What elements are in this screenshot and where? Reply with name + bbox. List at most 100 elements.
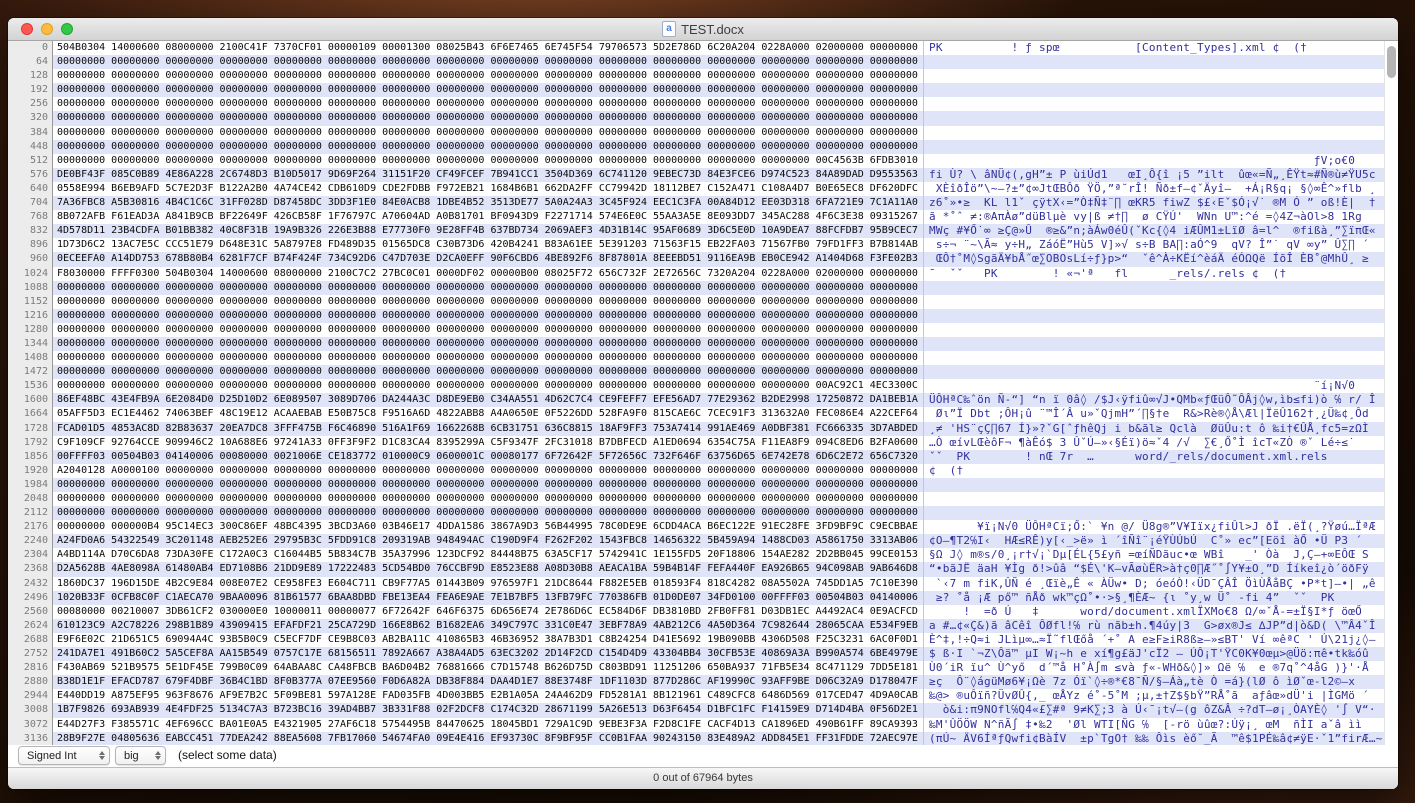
row-ascii-text[interactable]: [924, 478, 1384, 492]
row-hex-bytes[interactable]: A24FD0A6 54322549 3C201148 AEB252E6 2979…: [53, 534, 923, 548]
row-ascii-text[interactable]: [924, 83, 1384, 97]
row-ascii-text[interactable]: ¢O–¶T2℅I‹ HÆ≤RÊ)y[‹_>ë» ì ´îÑî¨¡éŸÙÚbÚ C…: [924, 534, 1384, 548]
row-ascii-text[interactable]: [924, 140, 1384, 154]
row-hex-bytes[interactable]: F430AB69 521B9575 5E1DF45E 799B0C09 64AB…: [53, 661, 923, 675]
row-hex-bytes[interactable]: B38D1E1F EFACD787 679F4DBF 36B4C1BD 8F0B…: [53, 675, 923, 689]
row-ascii-text[interactable]: $ ß·I `¬Z\Ôä™ µI W¡~h e xí¶g£äJ'cÏ2 – ÚÔ…: [924, 647, 1384, 661]
row-hex-bytes[interactable]: 4D578D11 23B4CDFA B01BB382 40C8F31B 19A9…: [53, 224, 923, 238]
row-hex-bytes[interactable]: A2040128 A0000100 00000000 00000000 0000…: [53, 464, 923, 478]
row-hex-bytes[interactable]: 05AFF5D3 EC1E4462 74063BEF 48C19E12 ACAA…: [53, 407, 923, 421]
row-ascii-text[interactable]: ¨í¡N√0: [924, 379, 1384, 393]
row-ascii-text[interactable]: (πÚ~ ÄV6ÍªƒQwfi¢BàÍV ±p`TgO† ‰‰ Ôìs èő˘_…: [924, 732, 1384, 745]
row-ascii-text[interactable]: [924, 365, 1384, 379]
row-hex-bytes[interactable]: 00000000 00000000 00000000 00000000 0000…: [53, 337, 923, 351]
row-hex-bytes[interactable]: 00000000 000000B4 95C14EC3 300C86EF 48BC…: [53, 520, 923, 534]
row-ascii-text[interactable]: ã *˚ˆ ≠:®AπÀø”düBlµè vy|ß ≠†∏ ø CŸÚ' WNn…: [924, 210, 1384, 224]
row-ascii-text[interactable]: ò&i:π9NOfl℅Q4«£∑#ª 9≠K∑;3 à Ú‹¯¡t√–(g ôZ…: [924, 703, 1384, 717]
row-ascii-text[interactable]: PK ! ƒ spœ [Content_Types].xml ¢ (†: [924, 41, 1384, 55]
row-ascii-text[interactable]: ‰@> ®uÔïñ?ÜvØÛ{,_ œÅYz é˚-5˚M ;µ‚±†Z$§bŸ…: [924, 689, 1384, 703]
row-hex-bytes[interactable]: 00000000 00000000 00000000 00000000 0000…: [53, 492, 923, 506]
vertical-scrollbar-thumb[interactable]: [1387, 46, 1396, 78]
row-hex-bytes[interactable]: 00000000 00000000 00000000 00000000 0000…: [53, 97, 923, 111]
row-ascii-text[interactable]: [924, 281, 1384, 295]
row-ascii-text[interactable]: [924, 506, 1384, 520]
endianness-popup[interactable]: big: [115, 746, 166, 765]
row-ascii-text[interactable]: …Ò œívLŒèôF¬ ¶àÊó$ 3 ÛˇÚ–»‹§Éï)ö≈ˇ4 /√ ∑…: [924, 436, 1384, 450]
row-hex-bytes[interactable]: E440DD19 A875EF95 963F8676 AF9E7B2C 5F09…: [53, 689, 923, 703]
row-ascii-text[interactable]: ŒÔ†˚M◊SgãÄ¥bÅ˝œ∑OBOsLí÷ƒ}p>“ ˇê^À÷KËí^èá…: [924, 252, 1384, 266]
row-hex-bytes[interactable]: 00000000 00000000 00000000 00000000 0000…: [53, 295, 923, 309]
row-ascii-text[interactable]: [924, 55, 1384, 69]
row-hex-bytes[interactable]: DE0BF43F 085C0B89 4E86A228 2C6748D3 B10D…: [53, 168, 923, 182]
row-ascii-text[interactable]: s÷¬ ¨~\Ã≈ y÷H„ ZáóË”Hù5 V]»√ s÷B BA∏:aÓ^…: [924, 238, 1384, 252]
row-ascii-text[interactable]: ¸≠ 'HS¨çÇ∏67 Í}»?ˇG[ˆƒhêQj i b&ãl≥ Qclà …: [924, 422, 1384, 436]
row-hex-bytes[interactable]: 00FFFF03 00504B03 04140006 00080000 0021…: [53, 450, 923, 464]
row-hex-bytes[interactable]: 00000000 00000000 00000000 00000000 0000…: [53, 309, 923, 323]
row-hex-bytes[interactable]: 28B9F27E 04805636 EABCC451 77DEA242 88EA…: [53, 732, 923, 745]
row-hex-bytes[interactable]: 00080000 00210007 3DB61CF2 030000E0 1000…: [53, 605, 923, 619]
row-ascii-text[interactable]: ! =ð Ú ‡ word/document.xmlÏXMo€8 Ω/∞ˇÅ-=…: [924, 605, 1384, 619]
row-ascii-text[interactable]: “•bãJË äaH ¥Ìg ð!>ûâ “$É\'K–vÃøùËR>à†ç0∏…: [924, 562, 1384, 576]
row-hex-bytes[interactable]: 00000000 00000000 00000000 00000000 0000…: [53, 323, 923, 337]
row-hex-bytes[interactable]: 00000000 00000000 00000000 00000000 0000…: [53, 140, 923, 154]
row-ascii-text[interactable]: §Ω J◊ m®s/0¸¡r†√¡`Dµ[ÉL{5£yñ =œíÑDãuc•œ …: [924, 548, 1384, 562]
row-hex-bytes[interactable]: 00000000 00000000 00000000 00000000 0000…: [53, 154, 923, 168]
document-proxy-icon[interactable]: a: [662, 21, 676, 37]
row-hex-bytes[interactable]: 1B7F9826 693AB939 4E4FDF25 5134C7A3 B723…: [53, 703, 923, 717]
row-hex-bytes[interactable]: 00000000 00000000 00000000 00000000 0000…: [53, 111, 923, 125]
minimize-button[interactable]: [41, 23, 53, 35]
row-hex-bytes[interactable]: E44D27F3 F385571C 4EF696CC BA01E0A5 E432…: [53, 718, 923, 732]
row-ascii-text[interactable]: ÜÔHªC‰ˆön Ñ-“] “n ï 0â◊ /$J‹ÿfiû∞√J•QMb«…: [924, 393, 1384, 407]
row-hex-bytes[interactable]: 00000000 00000000 00000000 00000000 0000…: [53, 478, 923, 492]
row-hex-bytes[interactable]: 00000000 00000000 00000000 00000000 0000…: [53, 379, 923, 393]
row-ascii-text[interactable]: ¯ ˇˇ PK ! «¬'ª fl _rels/.rels ¢ (†: [924, 267, 1384, 281]
row-ascii-text[interactable]: XÈîðÎö”\~–?±”¢∞JtŒBÔð ŸÖ‚”ª˘rÎ! Ñð±f–¢ˇÄ…: [924, 182, 1384, 196]
titlebar[interactable]: a TEST.docx: [8, 18, 1398, 41]
row-hex-bytes[interactable]: A4BD114A D70C6DA8 73DA30FE C172A0C3 C160…: [53, 548, 923, 562]
row-ascii-text[interactable]: ‰M'ÛÖÖW N^ñÃ∫ ‡•‰2 'Øl WTI[ÑG ℅ [-rö ùûœ…: [924, 718, 1384, 732]
row-hex-bytes[interactable]: 610123C9 A2C78226 298B1B89 43909415 EFAF…: [53, 619, 923, 633]
row-hex-bytes[interactable]: 0ECEEFA0 A14DD753 678B80B4 6281F7CF B74F…: [53, 252, 923, 266]
row-hex-bytes[interactable]: 00000000 00000000 00000000 00000000 0000…: [53, 365, 923, 379]
row-ascii-text[interactable]: [924, 323, 1384, 337]
row-hex-bytes[interactable]: 7A36FBC8 A5B30816 4B4C1C6C 31FF028D D874…: [53, 196, 923, 210]
value-type-popup[interactable]: Signed Int: [18, 746, 110, 765]
row-hex-bytes[interactable]: 00000000 00000000 00000000 00000000 0000…: [53, 83, 923, 97]
row-hex-bytes[interactable]: E9F6E02C 21D651C5 69094A4C 93B5B0C9 C5EC…: [53, 633, 923, 647]
row-ascii-text[interactable]: [924, 111, 1384, 125]
row-ascii-text[interactable]: [924, 309, 1384, 323]
row-ascii-text[interactable]: [924, 126, 1384, 140]
row-ascii-text[interactable]: ≥? ˚å ¡Æ pő™ ñÅð wk™çΩ˚•·>§¸¶ÈÆ~ {ι ˚y¸w…: [924, 591, 1384, 605]
row-ascii-text[interactable]: `‹7 m fiK,ÛÑ é ¸Œïè„Ê « ÀÜw• D; óeóÒ!‹ÜD…: [924, 577, 1384, 591]
row-ascii-text[interactable]: ˇˇ PK ! nŒ 7r … word/_rels/document.xml.…: [924, 450, 1384, 464]
row-ascii-text[interactable]: Ù0´iR ïu^ Ù^yő d´™å H˚À∫m ≤và ƒ«-WHð&◊]»…: [924, 661, 1384, 675]
row-ascii-text[interactable]: Øι”Ï Dbt ;ÔH¡û ¨™Î´Â u»ˇQjmH”´∏§†e R&>Rè…: [924, 407, 1384, 421]
row-hex-bytes[interactable]: 00000000 00000000 00000000 00000000 0000…: [53, 506, 923, 520]
row-hex-bytes[interactable]: C9F109CF 92764CCE 909946C2 10A688E6 9724…: [53, 436, 923, 450]
row-hex-bytes[interactable]: 1D73D6C2 13AC7E5C CCC51E79 D648E31C 5A87…: [53, 238, 923, 252]
row-hex-bytes[interactable]: 00000000 00000000 00000000 00000000 0000…: [53, 69, 923, 83]
row-ascii-text[interactable]: z6˚»•≥ KL l1ˇ çÿtX‹=”Ò‡Ñ‡¨∏ œKR5 fiwZ $£…: [924, 196, 1384, 210]
row-hex-bytes[interactable]: 504B0304 14000600 08000000 2100C41F 7370…: [53, 41, 923, 55]
row-hex-bytes[interactable]: 00000000 00000000 00000000 00000000 0000…: [53, 351, 923, 365]
row-hex-bytes[interactable]: F8030000 FFFF0300 504B0304 14000600 0800…: [53, 267, 923, 281]
row-ascii-text[interactable]: ¥ï¡N√0 ÜÔHªCï;Ő:` ¥n @/ Ü8g®”V¥Iïx¿fiÛl>…: [924, 520, 1384, 534]
row-hex-bytes[interactable]: 86EF48BC 43E4FB9A 6E2084D0 D25D10D2 6E08…: [53, 393, 923, 407]
row-hex-bytes[interactable]: 0558E994 B6EB9AFD 5C7E2D3F B122A2B0 4A74…: [53, 182, 923, 196]
row-ascii-text[interactable]: [924, 492, 1384, 506]
close-button[interactable]: [21, 23, 33, 35]
row-ascii-text[interactable]: MWç #¥Ő˙∞ ≥Ç@»Û ®≥&”n;àÁw0éÛ(ˇKc{◊4 iÆÛM…: [924, 224, 1384, 238]
zoom-button[interactable]: [61, 23, 73, 35]
row-ascii-text[interactable]: ¢ (†: [924, 464, 1384, 478]
row-hex-bytes[interactable]: FCAD01D5 4853AC8D 82B83637 20EA7DC8 3FFF…: [53, 422, 923, 436]
row-hex-bytes[interactable]: 00000000 00000000 00000000 00000000 0000…: [53, 55, 923, 69]
row-hex-bytes[interactable]: 241DA7E1 491B60C2 5A5CEF8A AA15B549 0757…: [53, 647, 923, 661]
row-hex-bytes[interactable]: 1860DC37 196D15DE 4B2C9E84 008E07E2 CE95…: [53, 577, 923, 591]
row-hex-bytes[interactable]: D2A5628B 4AE8098A 61480AB4 ED7108B6 21DD…: [53, 562, 923, 576]
row-ascii-text[interactable]: fi Ù? \ âNÜ¢(,gH”± P ùiÚd1 œI¸Ô{î ¡5 ”il…: [924, 168, 1384, 182]
row-hex-bytes[interactable]: 00000000 00000000 00000000 00000000 0000…: [53, 281, 923, 295]
row-ascii-text[interactable]: [924, 295, 1384, 309]
row-ascii-text[interactable]: [924, 69, 1384, 83]
row-ascii-text[interactable]: [924, 351, 1384, 365]
row-ascii-text[interactable]: [924, 337, 1384, 351]
